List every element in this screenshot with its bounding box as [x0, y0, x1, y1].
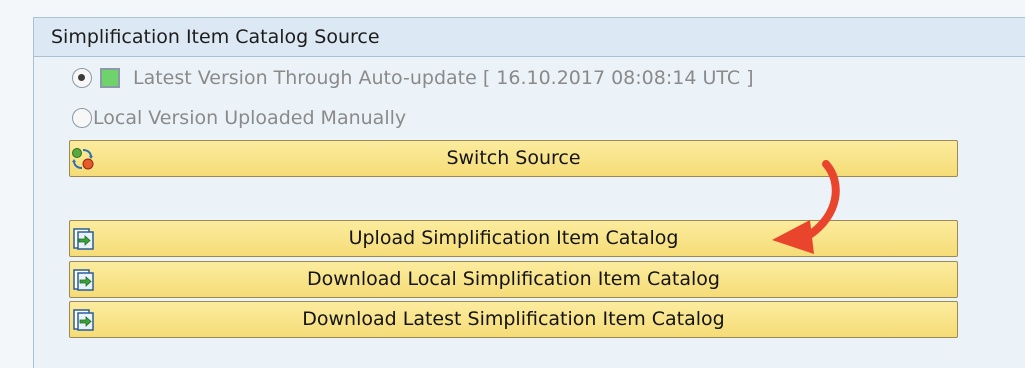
download-latest-catalog-button[interactable]: Download Latest Simplification Item Cata… — [69, 301, 958, 338]
status-green-icon — [100, 68, 120, 88]
radio-local-version[interactable] — [72, 108, 92, 128]
page: Simplification Item Catalog Source Lates… — [0, 0, 1025, 368]
download-local-catalog-button[interactable]: Download Local Simplification Item Catal… — [69, 261, 958, 298]
download-icon — [73, 269, 94, 291]
upload-icon — [73, 228, 94, 250]
download-icon — [73, 309, 94, 331]
download-local-catalog-label: Download Local Simplification Item Catal… — [307, 268, 720, 290]
option-latest-version[interactable]: Latest Version Through Auto-update [ 16.… — [72, 65, 754, 91]
option-latest-version-label: Latest Version Through Auto-update [ 16.… — [133, 67, 754, 89]
panel-title: Simplification Item Catalog Source — [34, 18, 1025, 57]
upload-catalog-label: Upload Simplification Item Catalog — [348, 227, 679, 249]
radio-latest-version[interactable] — [72, 68, 92, 88]
option-local-version[interactable]: Local Version Uploaded Manually — [72, 105, 406, 131]
option-local-version-label: Local Version Uploaded Manually — [93, 107, 407, 129]
download-latest-catalog-label: Download Latest Simplification Item Cata… — [302, 308, 725, 330]
switch-source-label: Switch Source — [446, 147, 581, 169]
annotation-arrow-icon — [772, 160, 840, 254]
switch-source-icon — [72, 148, 94, 170]
